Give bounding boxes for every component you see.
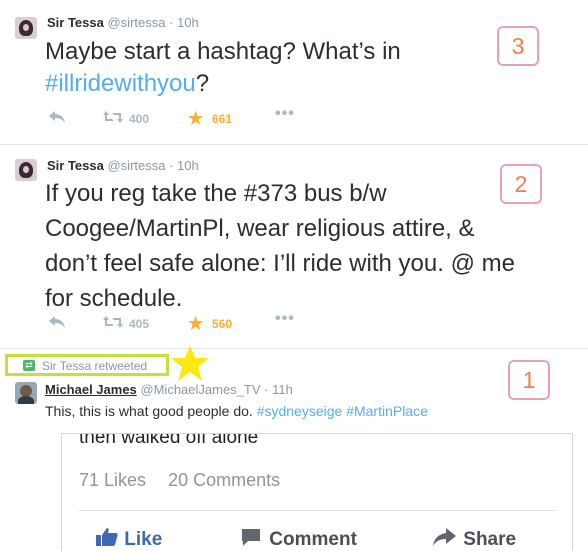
favorite-star-icon[interactable]: ★ [188,314,203,334]
tweet-text: If you reg take the #373 bus b/w Coogee/… [45,176,565,316]
tweet-header: Sir Tessa @sirtessa · 10h [47,158,199,173]
comment-label: Comment [269,529,357,550]
tweet-header: Sir Tessa @sirtessa · 10h [47,15,199,30]
avatar[interactable] [15,17,37,39]
hashtag-link[interactable]: #illridewithyou [45,70,196,97]
favorite-count: 560 [212,317,233,331]
more-dots-icon[interactable]: ••• [275,310,295,328]
tweet-line: for schedule. [45,285,183,312]
tweet-text: Maybe start a hashtag? What’s in #illrid… [45,36,565,100]
timestamp[interactable]: · 10h [169,15,199,30]
tweet-actions: 400 ★ 661 ••• [45,105,305,130]
retweet-count: 405 [129,317,150,331]
tweet-text: This, this is what good people do. #sydn… [45,403,428,419]
number-marker-1: 1 [508,360,550,400]
timestamp[interactable]: · 10h [169,158,199,173]
tweet-text-part: Maybe start a hashtag? What’s in [45,38,401,65]
retweet-icon: ⇄ [23,360,35,371]
thumbs-up-icon [95,527,119,551]
number-marker-2: 2 [500,164,542,204]
timestamp[interactable]: · 11h [264,382,293,397]
tweet-3[interactable]: Sir Tessa @sirtessa · 10h Maybe start a … [0,0,588,145]
author-handle[interactable]: @sirtessa [107,15,165,30]
retweet-count: 400 [129,112,150,126]
retweet-icon[interactable] [102,110,124,127]
comments-count[interactable]: 20 Comments [168,470,280,490]
tweet-text-part: This, this is what good people do. [45,403,253,419]
share-button[interactable]: Share [432,527,516,551]
author-name[interactable]: Sir Tessa [47,158,104,173]
card-stats: 71 Likes 20 Comments [79,470,280,491]
retweeted-by-label: Sir Tessa retweeted [42,359,148,373]
favorite-count: 661 [212,112,233,126]
favorite-star-icon[interactable]: ★ [188,109,203,129]
more-dots-icon[interactable]: ••• [275,105,295,123]
card-divider [79,510,555,511]
avatar[interactable] [15,382,37,404]
like-button[interactable]: Like [95,527,162,551]
hashtag-links[interactable]: #sydneyseige #MartinPlace [257,403,428,419]
tweet-line: Coogee/MartinPl, wear religious attire, … [45,215,475,242]
number-marker-3: 3 [497,26,539,66]
tweet-header: Michael James @MichaelJames_TV · 11h [45,382,293,397]
tweet-text-part: ? [195,70,210,97]
share-label: Share [463,529,517,550]
retweet-icon[interactable] [102,315,124,332]
likes-count[interactable]: 71 Likes [79,470,146,490]
comment-button[interactable]: Comment [240,527,357,551]
card-body: then walked off alone 71 Likes 20 Commen… [62,434,572,551]
highlight-star-icon [170,344,210,387]
like-label: Like [124,529,163,550]
card-cut-text: then walked off alone [79,433,259,448]
author-name[interactable]: Sir Tessa [47,15,104,30]
tweet-line: If you reg take the #373 bus b/w [45,180,387,207]
tweet-actions: 405 ★ 560 ••• [45,310,305,335]
author-name[interactable]: Michael James [45,382,137,397]
avatar[interactable] [15,159,37,181]
author-handle[interactable]: @sirtessa [107,158,165,173]
share-icon [432,527,458,551]
tweet-line: don’t feel safe alone: I’ll ride with yo… [45,250,515,277]
reply-icon[interactable] [48,110,66,127]
embedded-facebook-card[interactable]: then walked off alone 71 Likes 20 Commen… [61,433,573,551]
reply-icon[interactable] [48,315,66,332]
retweet-context[interactable]: ⇄ Sir Tessa retweeted [5,354,169,376]
comment-icon [240,527,264,551]
